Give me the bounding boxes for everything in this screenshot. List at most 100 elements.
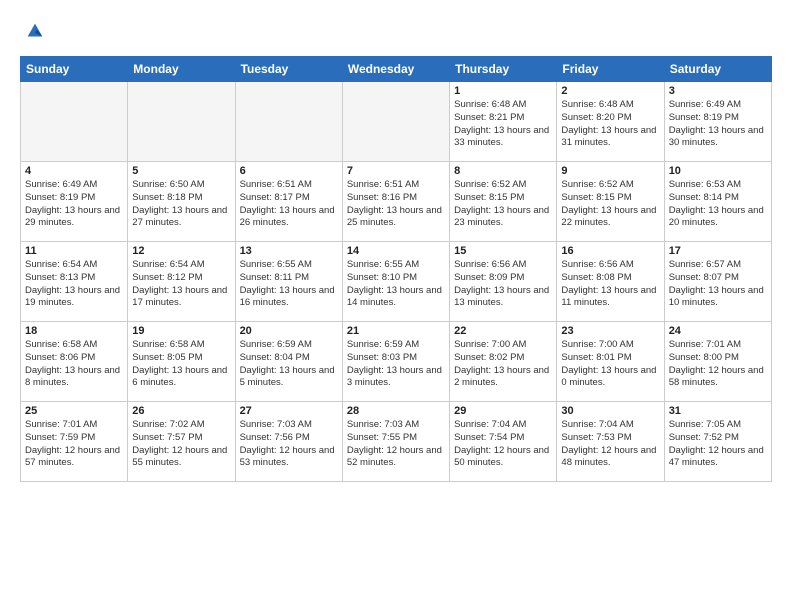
day-number: 26 [132, 405, 230, 417]
day-info: Sunrise: 7:04 AMSunset: 7:54 PMDaylight:… [454, 419, 552, 470]
day-number: 27 [240, 405, 338, 417]
day-info: Sunrise: 6:49 AMSunset: 8:19 PMDaylight:… [25, 179, 123, 230]
day-number: 29 [454, 405, 552, 417]
day-number: 14 [347, 245, 445, 257]
day-cell: 13Sunrise: 6:55 AMSunset: 8:11 PMDayligh… [235, 242, 342, 322]
day-cell: 2 Sunrise: 6:48 AMSunset: 8:20 PMDaylight… [557, 82, 664, 162]
day-info: Sunrise: 6:48 AMSunset: 8:20 PMDaylight:… [561, 99, 659, 150]
day-cell: 18 Sunrise: 6:58 AMSunset: 8:06 PMDayligh… [21, 322, 128, 402]
day-info: Sunrise: 6:48 AMSunset: 8:21 PMDaylight:… [454, 99, 552, 150]
day-number: 5 [132, 165, 230, 177]
week-row-3: 11 Sunrise: 6:54 AMSunset: 8:13 PMDayligh… [21, 242, 772, 322]
weekday-header-monday: Monday [128, 57, 235, 82]
week-row-1: 1 Sunrise: 6:48 AMSunset: 8:21 PMDaylight… [21, 82, 772, 162]
header [20, 18, 772, 42]
day-number: 2 [561, 85, 659, 97]
day-cell [21, 82, 128, 162]
day-cell: 21Sunrise: 6:59 AMSunset: 8:03 PMDayligh… [342, 322, 449, 402]
day-cell: 25 Sunrise: 7:01 AMSunset: 7:59 PMDayligh… [21, 402, 128, 482]
day-cell: 7 Sunrise: 6:51 AMSunset: 8:16 PMDaylight… [342, 162, 449, 242]
day-cell: 29 Sunrise: 7:04 AMSunset: 7:54 PMDayligh… [450, 402, 557, 482]
day-number: 18 [25, 325, 123, 337]
day-info: Sunrise: 6:55 AMSunset: 8:10 PMDaylight:… [347, 259, 445, 310]
day-info: Sunrise: 6:52 AMSunset: 8:15 PMDaylight:… [454, 179, 552, 230]
day-cell [235, 82, 342, 162]
day-cell: 16 Sunrise: 6:56 AMSunset: 8:08 PMDayligh… [557, 242, 664, 322]
day-info: Sunrise: 6:51 AMSunset: 8:16 PMDaylight:… [347, 179, 445, 230]
day-number: 17 [669, 245, 767, 257]
day-number: 30 [561, 405, 659, 417]
day-cell: 12Sunrise: 6:54 AMSunset: 8:12 PMDayligh… [128, 242, 235, 322]
day-info: Sunrise: 6:53 AMSunset: 8:14 PMDaylight:… [669, 179, 767, 230]
day-cell: 26 Sunrise: 7:02 AMSunset: 7:57 PMDayligh… [128, 402, 235, 482]
day-info: Sunrise: 6:52 AMSunset: 8:15 PMDaylight:… [561, 179, 659, 230]
day-info: Sunrise: 6:56 AMSunset: 8:08 PMDaylight:… [561, 259, 659, 310]
weekday-header-friday: Friday [557, 57, 664, 82]
day-number: 11 [25, 245, 123, 257]
day-number: 1 [454, 85, 552, 97]
day-number: 28 [347, 405, 445, 417]
day-number: 4 [25, 165, 123, 177]
day-info: Sunrise: 7:02 AMSunset: 7:57 PMDaylight:… [132, 419, 230, 470]
day-number: 22 [454, 325, 552, 337]
day-number: 21 [347, 325, 445, 337]
day-cell: 8 Sunrise: 6:52 AMSunset: 8:15 PMDaylight… [450, 162, 557, 242]
day-cell: 1 Sunrise: 6:48 AMSunset: 8:21 PMDaylight… [450, 82, 557, 162]
day-cell: 27 Sunrise: 7:03 AMSunset: 7:56 PMDayligh… [235, 402, 342, 482]
day-cell: 11 Sunrise: 6:54 AMSunset: 8:13 PMDayligh… [21, 242, 128, 322]
day-number: 16 [561, 245, 659, 257]
day-number: 20 [240, 325, 338, 337]
week-row-2: 4 Sunrise: 6:49 AMSunset: 8:19 PMDaylight… [21, 162, 772, 242]
day-info: Sunrise: 6:51 AMSunset: 8:17 PMDaylight:… [240, 179, 338, 230]
logo [20, 18, 46, 42]
day-number: 25 [25, 405, 123, 417]
day-cell: 4 Sunrise: 6:49 AMSunset: 8:19 PMDaylight… [21, 162, 128, 242]
week-row-4: 18 Sunrise: 6:58 AMSunset: 8:06 PMDayligh… [21, 322, 772, 402]
day-cell: 10Sunrise: 6:53 AMSunset: 8:14 PMDayligh… [664, 162, 771, 242]
day-info: Sunrise: 7:04 AMSunset: 7:53 PMDaylight:… [561, 419, 659, 470]
day-number: 31 [669, 405, 767, 417]
day-info: Sunrise: 6:54 AMSunset: 8:13 PMDaylight:… [25, 259, 123, 310]
day-cell: 5 Sunrise: 6:50 AMSunset: 8:18 PMDaylight… [128, 162, 235, 242]
day-info: Sunrise: 7:03 AMSunset: 7:55 PMDaylight:… [347, 419, 445, 470]
day-cell: 31 Sunrise: 7:05 AMSunset: 7:52 PMDayligh… [664, 402, 771, 482]
week-row-5: 25 Sunrise: 7:01 AMSunset: 7:59 PMDayligh… [21, 402, 772, 482]
day-cell: 6 Sunrise: 6:51 AMSunset: 8:17 PMDaylight… [235, 162, 342, 242]
day-info: Sunrise: 6:50 AMSunset: 8:18 PMDaylight:… [132, 179, 230, 230]
day-cell: 28 Sunrise: 7:03 AMSunset: 7:55 PMDayligh… [342, 402, 449, 482]
day-info: Sunrise: 6:59 AMSunset: 8:04 PMDaylight:… [240, 339, 338, 390]
day-number: 7 [347, 165, 445, 177]
day-info: Sunrise: 6:58 AMSunset: 8:06 PMDaylight:… [25, 339, 123, 390]
day-cell: 14 Sunrise: 6:55 AMSunset: 8:10 PMDayligh… [342, 242, 449, 322]
day-number: 15 [454, 245, 552, 257]
day-cell: 30 Sunrise: 7:04 AMSunset: 7:53 PMDayligh… [557, 402, 664, 482]
day-cell: 19Sunrise: 6:58 AMSunset: 8:05 PMDayligh… [128, 322, 235, 402]
day-number: 6 [240, 165, 338, 177]
weekday-header-row: SundayMondayTuesdayWednesdayThursdayFrid… [21, 57, 772, 82]
weekday-header-saturday: Saturday [664, 57, 771, 82]
day-cell: 17Sunrise: 6:57 AMSunset: 8:07 PMDayligh… [664, 242, 771, 322]
day-info: Sunrise: 6:49 AMSunset: 8:19 PMDaylight:… [669, 99, 767, 150]
day-number: 24 [669, 325, 767, 337]
day-info: Sunrise: 7:00 AMSunset: 8:02 PMDaylight:… [454, 339, 552, 390]
day-info: Sunrise: 6:56 AMSunset: 8:09 PMDaylight:… [454, 259, 552, 310]
day-cell [128, 82, 235, 162]
day-info: Sunrise: 6:58 AMSunset: 8:05 PMDaylight:… [132, 339, 230, 390]
day-cell: 23Sunrise: 7:00 AMSunset: 8:01 PMDayligh… [557, 322, 664, 402]
day-number: 9 [561, 165, 659, 177]
day-info: Sunrise: 7:03 AMSunset: 7:56 PMDaylight:… [240, 419, 338, 470]
logo-icon [24, 20, 46, 42]
day-info: Sunrise: 7:05 AMSunset: 7:52 PMDaylight:… [669, 419, 767, 470]
calendar: SundayMondayTuesdayWednesdayThursdayFrid… [20, 56, 772, 482]
day-info: Sunrise: 6:54 AMSunset: 8:12 PMDaylight:… [132, 259, 230, 310]
day-info: Sunrise: 7:00 AMSunset: 8:01 PMDaylight:… [561, 339, 659, 390]
day-cell: 22 Sunrise: 7:00 AMSunset: 8:02 PMDayligh… [450, 322, 557, 402]
weekday-header-thursday: Thursday [450, 57, 557, 82]
day-cell: 24Sunrise: 7:01 AMSunset: 8:00 PMDayligh… [664, 322, 771, 402]
day-info: Sunrise: 7:01 AMSunset: 7:59 PMDaylight:… [25, 419, 123, 470]
page: SundayMondayTuesdayWednesdayThursdayFrid… [0, 0, 792, 496]
day-number: 3 [669, 85, 767, 97]
day-number: 8 [454, 165, 552, 177]
weekday-header-sunday: Sunday [21, 57, 128, 82]
day-cell: 9 Sunrise: 6:52 AMSunset: 8:15 PMDaylight… [557, 162, 664, 242]
